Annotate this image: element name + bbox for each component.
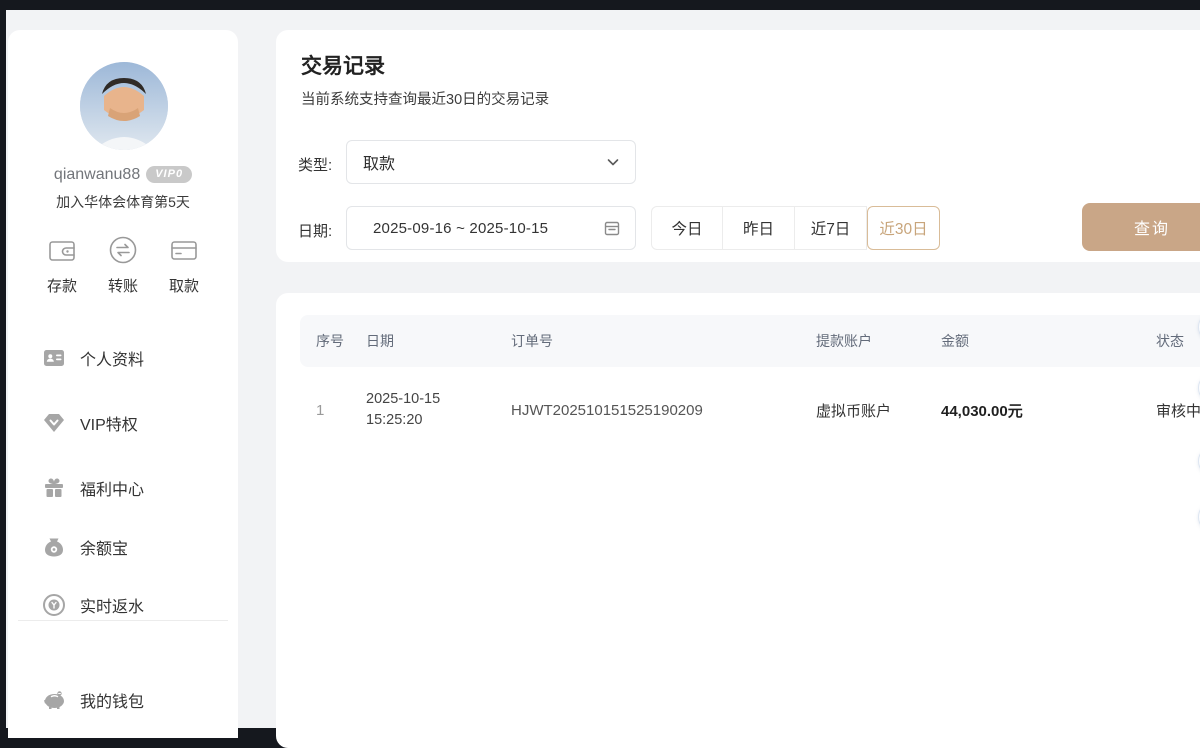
type-select-value: 取款 [363,150,605,174]
page-subtitle: 当前系统支持查询最近30日的交易记录 [301,88,549,109]
col-header-status: 状态 [1156,331,1200,351]
withdraw-label: 取款 [169,275,199,296]
transfer-button[interactable]: 转账 [95,233,151,296]
withdraw-button[interactable]: 取款 [156,233,212,296]
sidebar-item-label: 福利中心 [80,476,144,500]
sidebar-item-vip[interactable]: VIP特权 [42,410,138,436]
search-button[interactable]: 查询 [1082,203,1200,251]
row-date-time: 15:25:20 [366,412,422,428]
col-header-order: 订单号 [511,331,816,351]
sidebar-divider [18,620,228,621]
gift-icon [42,476,66,500]
range-7days-button[interactable]: 近7日 [795,206,867,250]
table-header-row: 序号 日期 订单号 提款账户 金额 状态 [300,315,1200,367]
row-date-day: 2025-10-15 [366,391,440,407]
profile-sidebar: qianwanu88 VIP0 加入华体会体育第5天 存款 转账 [8,30,238,738]
col-header-date: 日期 [366,331,511,351]
range-today-button[interactable]: 今日 [651,206,723,250]
calendar-icon [603,219,621,237]
deposit-button[interactable]: 存款 [34,233,90,296]
piggy-bank-icon [42,688,66,712]
avatar[interactable] [80,62,168,150]
row-date: 2025-10-15 15:25:20 [366,389,511,431]
sidebar-item-label: 实时返水 [80,593,144,617]
quick-actions: 存款 转账 取款 [8,233,238,296]
vip-gem-icon [42,411,66,435]
row-account: 虚拟币账户 [816,400,941,421]
sidebar-item-yuebao[interactable]: 余额宝 [42,534,128,560]
sidebar-item-label: 我的钱包 [80,688,144,712]
range-30days-button[interactable]: 近30日 [867,206,940,250]
deposit-label: 存款 [47,275,77,296]
transfer-icon [106,233,140,267]
id-card-icon [42,346,66,370]
sidebar-item-profile[interactable]: 个人资料 [42,345,144,371]
row-amount: 44,030.00元 [941,400,1156,421]
sidebar-item-my-wallet[interactable]: 我的钱包 [42,687,144,713]
money-pouch-icon [42,535,66,559]
sidebar-item-label: VIP特权 [80,411,138,435]
date-range-input[interactable]: 2025-09-16 ~ 2025-10-15 [346,206,636,250]
withdraw-card-icon [167,233,201,267]
row-status: 审核中 [1156,400,1200,421]
transaction-table-card: 序号 日期 订单号 提款账户 金额 状态 1 2025-10-15 15:25:… [276,293,1200,748]
sidebar-item-rebate[interactable]: 实时返水 [42,592,144,618]
avatar-photo [80,62,168,150]
table-row: 1 2025-10-15 15:25:20 HJWT20251015152519… [300,379,1200,441]
row-order-no: HJWT202510151525190209 [511,402,816,419]
sidebar-item-label: 余额宝 [80,535,128,559]
wallet-icon [45,233,79,267]
sidebar-item-welfare[interactable]: 福利中心 [42,475,144,501]
type-select[interactable]: 取款 [346,140,636,184]
username: qianwanu88 [54,166,140,183]
date-label: 日期: [298,220,332,241]
transfer-label: 转账 [108,275,138,296]
transaction-filter-card: 交易记录 当前系统支持查询最近30日的交易记录 类型: 取款 日期: 2025-… [276,30,1200,262]
col-header-index: 序号 [300,331,366,351]
row-index: 1 [300,402,366,419]
date-range-value: 2025-09-16 ~ 2025-10-15 [373,220,603,237]
rebate-coin-icon [42,593,66,617]
chevron-down-icon [605,154,621,170]
type-label: 类型: [298,154,332,175]
sidebar-item-label: 个人资料 [80,346,144,370]
quick-range-group: 今日 昨日 近7日 近30日 [651,206,940,250]
page-background: qianwanu88 VIP0 加入华体会体育第5天 存款 转账 [6,10,1200,728]
join-days-text: 加入华体会体育第5天 [8,192,238,212]
col-header-account: 提款账户 [816,331,941,351]
range-yesterday-button[interactable]: 昨日 [723,206,795,250]
page-title: 交易记录 [301,50,385,80]
col-header-amount: 金额 [941,331,1156,351]
vip-level-badge: VIP0 [146,166,192,183]
